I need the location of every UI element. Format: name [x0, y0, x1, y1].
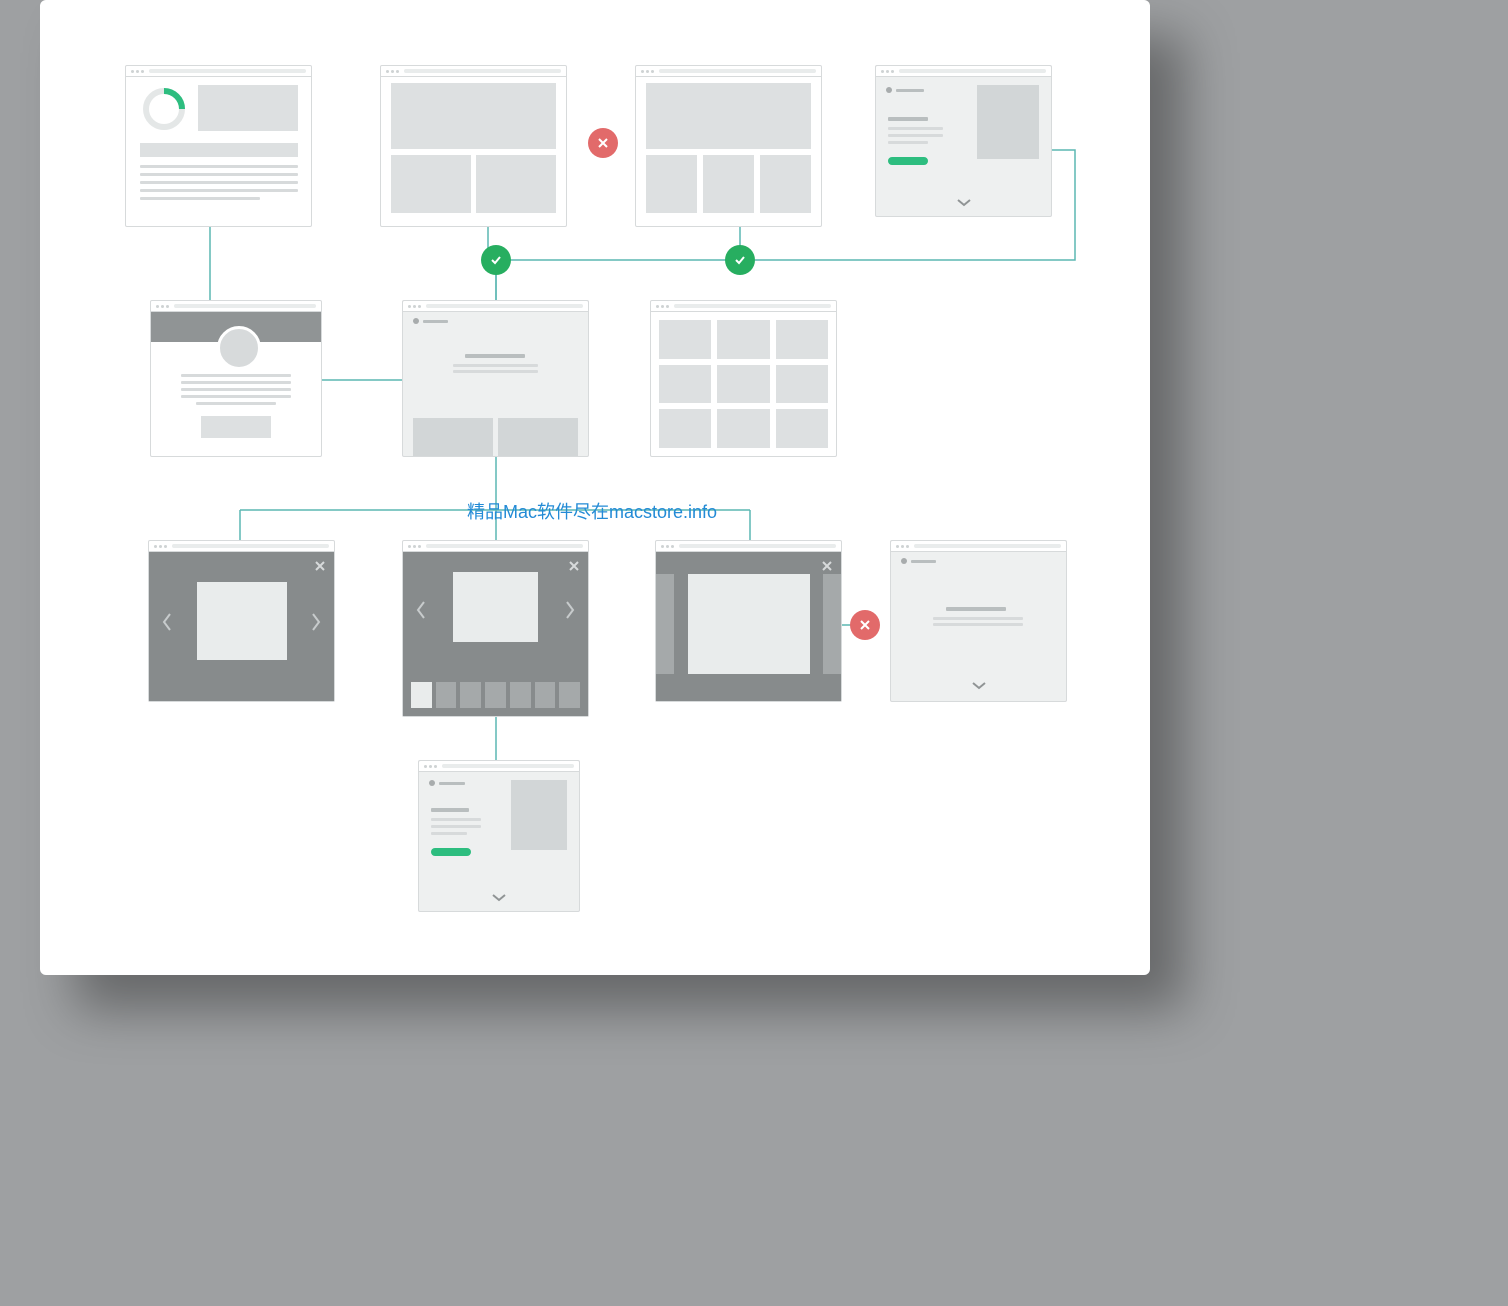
dashboard-wireframe[interactable]	[125, 65, 312, 227]
grid-wireframe[interactable]	[650, 300, 837, 457]
status-badge-error	[850, 610, 880, 640]
chevron-left-icon[interactable]	[161, 612, 173, 632]
text-page-wireframe[interactable]	[890, 540, 1067, 702]
chevron-down-icon	[971, 681, 987, 691]
close-icon[interactable]	[314, 560, 326, 572]
lightbox-simple[interactable]	[148, 540, 335, 702]
progress-ring-icon	[140, 85, 188, 133]
product-card-wireframe-b[interactable]	[418, 760, 580, 912]
watermark-text: 精品Mac软件尽在macstore.info	[467, 498, 717, 524]
close-icon[interactable]	[821, 560, 833, 572]
gallery-wireframe-b[interactable]	[635, 65, 822, 227]
product-card-wireframe[interactable]	[875, 65, 1052, 217]
chevron-down-icon	[491, 893, 507, 903]
chevron-down-icon	[956, 198, 972, 208]
lightbox-thumbs[interactable]	[402, 540, 589, 717]
paper-canvas: 精品Mac软件尽在macstore.info	[40, 0, 1150, 975]
profile-wireframe[interactable]	[150, 300, 322, 457]
status-badge-ok	[725, 245, 755, 275]
chevron-left-icon[interactable]	[415, 600, 427, 620]
chevron-right-icon[interactable]	[310, 612, 322, 632]
article-wireframe[interactable]	[402, 300, 589, 457]
status-badge-ok	[481, 245, 511, 275]
lightbox-slider[interactable]	[655, 540, 842, 702]
close-icon[interactable]	[568, 560, 580, 572]
cta-button[interactable]	[431, 848, 471, 856]
cta-button[interactable]	[888, 157, 928, 165]
chevron-right-icon[interactable]	[564, 600, 576, 620]
gallery-wireframe-a[interactable]	[380, 65, 567, 227]
diagram-viewport: 精品Mac软件尽在macstore.info	[0, 0, 1508, 1306]
status-badge-error	[588, 128, 618, 158]
